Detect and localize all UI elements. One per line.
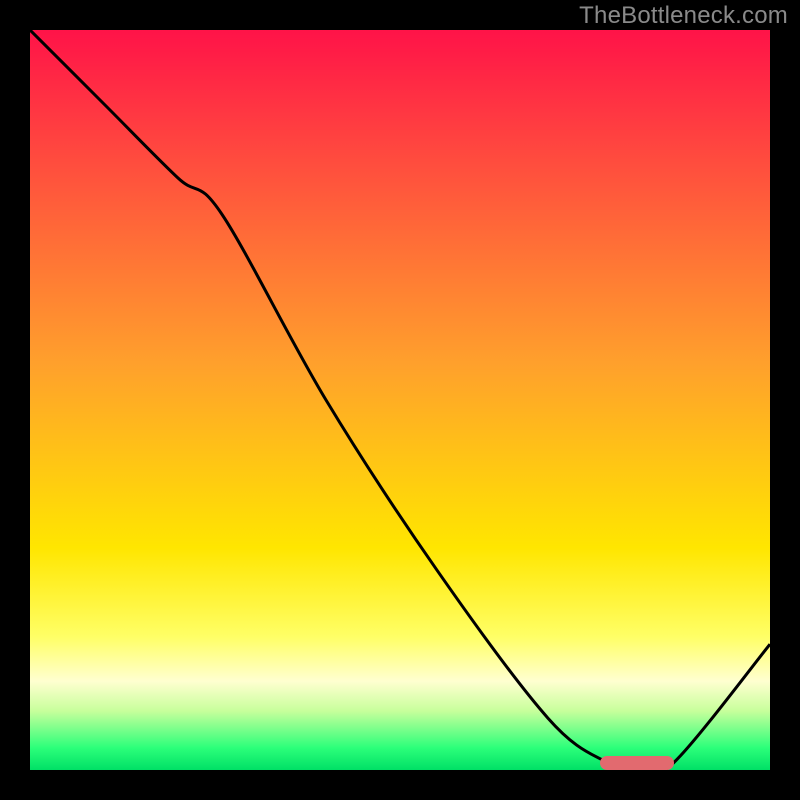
- chart-frame: TheBottleneck.com: [0, 0, 800, 800]
- plot-area: [30, 30, 770, 770]
- optimal-range-marker: [600, 756, 674, 770]
- attribution-text: TheBottleneck.com: [579, 2, 788, 30]
- chart-svg: [30, 30, 770, 770]
